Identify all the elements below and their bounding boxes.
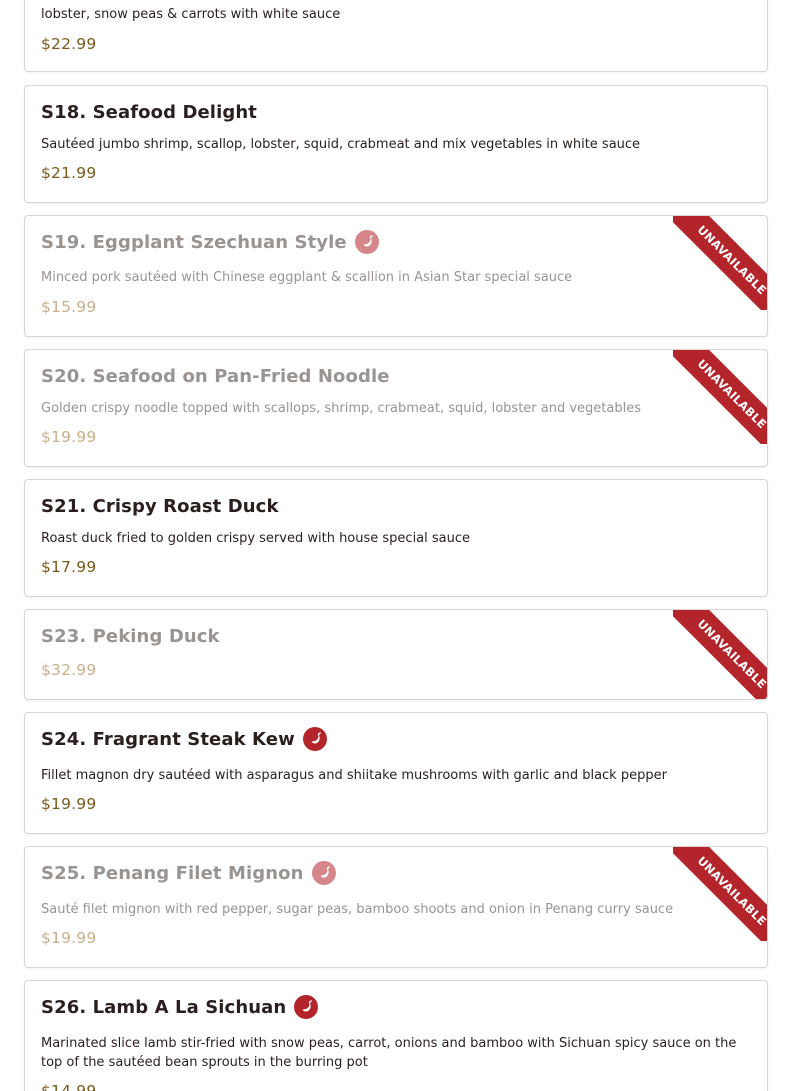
unavailable-ribbon: UNAVAILABLE: [673, 610, 767, 699]
menu-item-card[interactable]: S21. Crispy Roast Duck Roast duck fried …: [24, 479, 768, 597]
menu-item-card[interactable]: S18. Seafood Delight Sautéed jumbo shrim…: [24, 85, 768, 203]
item-title: S26. Lamb A La Sichuan: [41, 995, 319, 1019]
item-description: Roast duck fried to golden crispy served…: [41, 531, 471, 546]
item-name: S20. Seafood on Pan-Fried Noodle: [41, 366, 390, 387]
item-price: $19.99: [41, 428, 97, 446]
unavailable-badge: UNAVAILABLE: [673, 216, 767, 310]
item-name: S25. Penang Filet Mignon: [41, 862, 304, 884]
chili-pepper-icon: [302, 727, 327, 751]
item-price: $19.99: [41, 795, 97, 813]
item-name: S26. Lamb A La Sichuan: [41, 996, 287, 1018]
unavailable-ribbon: UNAVAILABLE: [673, 216, 767, 310]
item-name: S19. Eggplant Szechuan Style: [41, 231, 347, 253]
item-title: S23. Peking Duck: [41, 626, 220, 647]
item-price: $21.99: [41, 164, 97, 182]
unavailable-badge: UNAVAILABLE: [673, 610, 767, 699]
item-description: Sautéed jumbo shrimp, scallop, lobster, …: [41, 137, 641, 152]
menu-item-card[interactable]: S24. Fragrant Steak Kew Fillet magnon dr…: [24, 712, 768, 834]
item-name: S18. Seafood Delight: [41, 102, 257, 123]
item-price: $15.99: [41, 298, 97, 316]
item-name: S23. Peking Duck: [41, 626, 220, 647]
menu-list: lobster, snow peas & carrots with white …: [0, 0, 792, 1091]
unavailable-badge: UNAVAILABLE: [673, 847, 767, 941]
item-title: S18. Seafood Delight: [41, 102, 257, 123]
item-price: $22.99: [41, 35, 97, 53]
unavailable-ribbon: UNAVAILABLE: [673, 847, 767, 941]
menu-item-card[interactable]: S26. Lamb A La Sichuan Marinated slice l…: [24, 980, 768, 1091]
item-description: Golden crispy noodle topped with scallop…: [41, 401, 641, 416]
item-title: S24. Fragrant Steak Kew: [41, 727, 327, 751]
menu-item-card[interactable]: S23. Peking Duck $32.99 UNAVAILABLE: [24, 609, 768, 700]
item-description: lobster, snow peas & carrots with white …: [41, 7, 341, 22]
item-description: Sauté filet mignon with red pepper, suga…: [41, 902, 674, 917]
menu-item-card[interactable]: lobster, snow peas & carrots with white …: [24, 0, 768, 72]
item-price: $14.99: [41, 1082, 97, 1091]
unavailable-ribbon: UNAVAILABLE: [673, 350, 767, 444]
item-description: Marinated slice lamb stir-fried with sno…: [41, 1036, 737, 1070]
item-name: S21. Crispy Roast Duck: [41, 496, 279, 517]
chili-pepper-icon: [294, 995, 319, 1019]
menu-item-card[interactable]: S20. Seafood on Pan-Fried Noodle Golden …: [24, 349, 768, 467]
item-title: S20. Seafood on Pan-Fried Noodle: [41, 366, 390, 387]
item-name: S24. Fragrant Steak Kew: [41, 728, 295, 750]
item-title: S19. Eggplant Szechuan Style: [41, 230, 379, 254]
item-description: Fillet magnon dry sautéed with asparagus…: [41, 768, 667, 783]
menu-item-card[interactable]: S19. Eggplant Szechuan Style Minced pork…: [24, 215, 768, 337]
item-title: S21. Crispy Roast Duck: [41, 496, 279, 517]
chili-pepper-icon: [354, 230, 379, 254]
menu-item-card[interactable]: S25. Penang Filet Mignon Sauté filet mig…: [24, 846, 768, 968]
chili-pepper-icon: [311, 861, 336, 885]
item-price: $17.99: [41, 558, 97, 576]
unavailable-badge: UNAVAILABLE: [673, 350, 767, 444]
item-price: $32.99: [41, 661, 97, 679]
item-description: Minced pork sautéed with Chinese eggplan…: [41, 270, 573, 285]
item-title: S25. Penang Filet Mignon: [41, 861, 336, 885]
item-price: $19.99: [41, 929, 97, 947]
